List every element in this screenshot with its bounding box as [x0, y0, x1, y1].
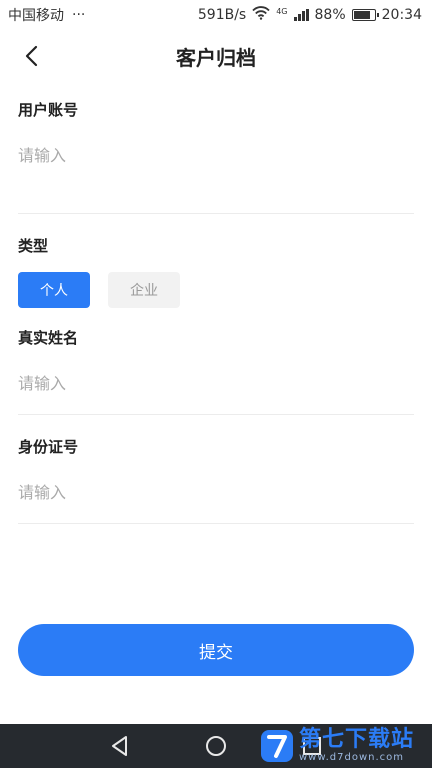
watermark-title: 第七下载站 — [298, 727, 414, 752]
id-number-label: 身份证号 — [18, 438, 79, 456]
battery-percent: 88% — [314, 7, 346, 23]
clock: 20:34 — [381, 7, 422, 23]
watermark-url: www.d7down.com — [298, 752, 405, 763]
system-nav-bar: 第七下载站 www.d7down.com — [0, 724, 432, 768]
network-speed: 591B/s — [197, 7, 247, 23]
status-bar: 中国移动 ··· 591B/s 4G 88% 20:34 — [0, 0, 432, 30]
real-name-field-wrapper — [18, 352, 414, 415]
submit-button[interactable]: 提交 — [18, 624, 414, 676]
watermark-logo-icon — [260, 730, 293, 762]
carrier-label: 中国移动 — [8, 8, 64, 24]
chevron-left-icon — [25, 45, 38, 67]
type-option-enterprise[interactable]: 企业 — [108, 272, 180, 308]
account-field-wrapper — [18, 124, 414, 214]
page-title: 客户归档 — [176, 45, 256, 70]
real-name-input[interactable] — [18, 352, 414, 414]
type-option-personal[interactable]: 个人 — [18, 272, 90, 308]
real-name-label: 真实姓名 — [18, 329, 79, 347]
watermark: 第七下载站 www.d7down.com — [259, 728, 414, 764]
more-indicator: ··· — [72, 7, 86, 23]
account-input[interactable] — [18, 124, 414, 186]
network-type-label: 4G — [276, 7, 288, 16]
back-button[interactable] — [18, 42, 46, 70]
id-number-input[interactable] — [18, 461, 414, 523]
battery-icon — [351, 9, 379, 21]
type-label: 类型 — [18, 237, 49, 255]
circle-home-icon — [206, 736, 226, 756]
id-number-field-wrapper — [18, 461, 414, 524]
customer-form: 用户账号 类型 个人 企业 真实姓名 身份证号 — [18, 96, 414, 524]
nav-home-button[interactable] — [204, 734, 228, 758]
wifi-icon — [252, 6, 270, 24]
nav-back-button[interactable] — [108, 734, 132, 758]
header: 客户归档 — [0, 34, 432, 78]
triangle-back-icon — [112, 736, 127, 756]
account-label: 用户账号 — [18, 101, 79, 119]
type-selector: 个人 企业 — [18, 272, 414, 308]
signal-icon — [293, 9, 309, 21]
